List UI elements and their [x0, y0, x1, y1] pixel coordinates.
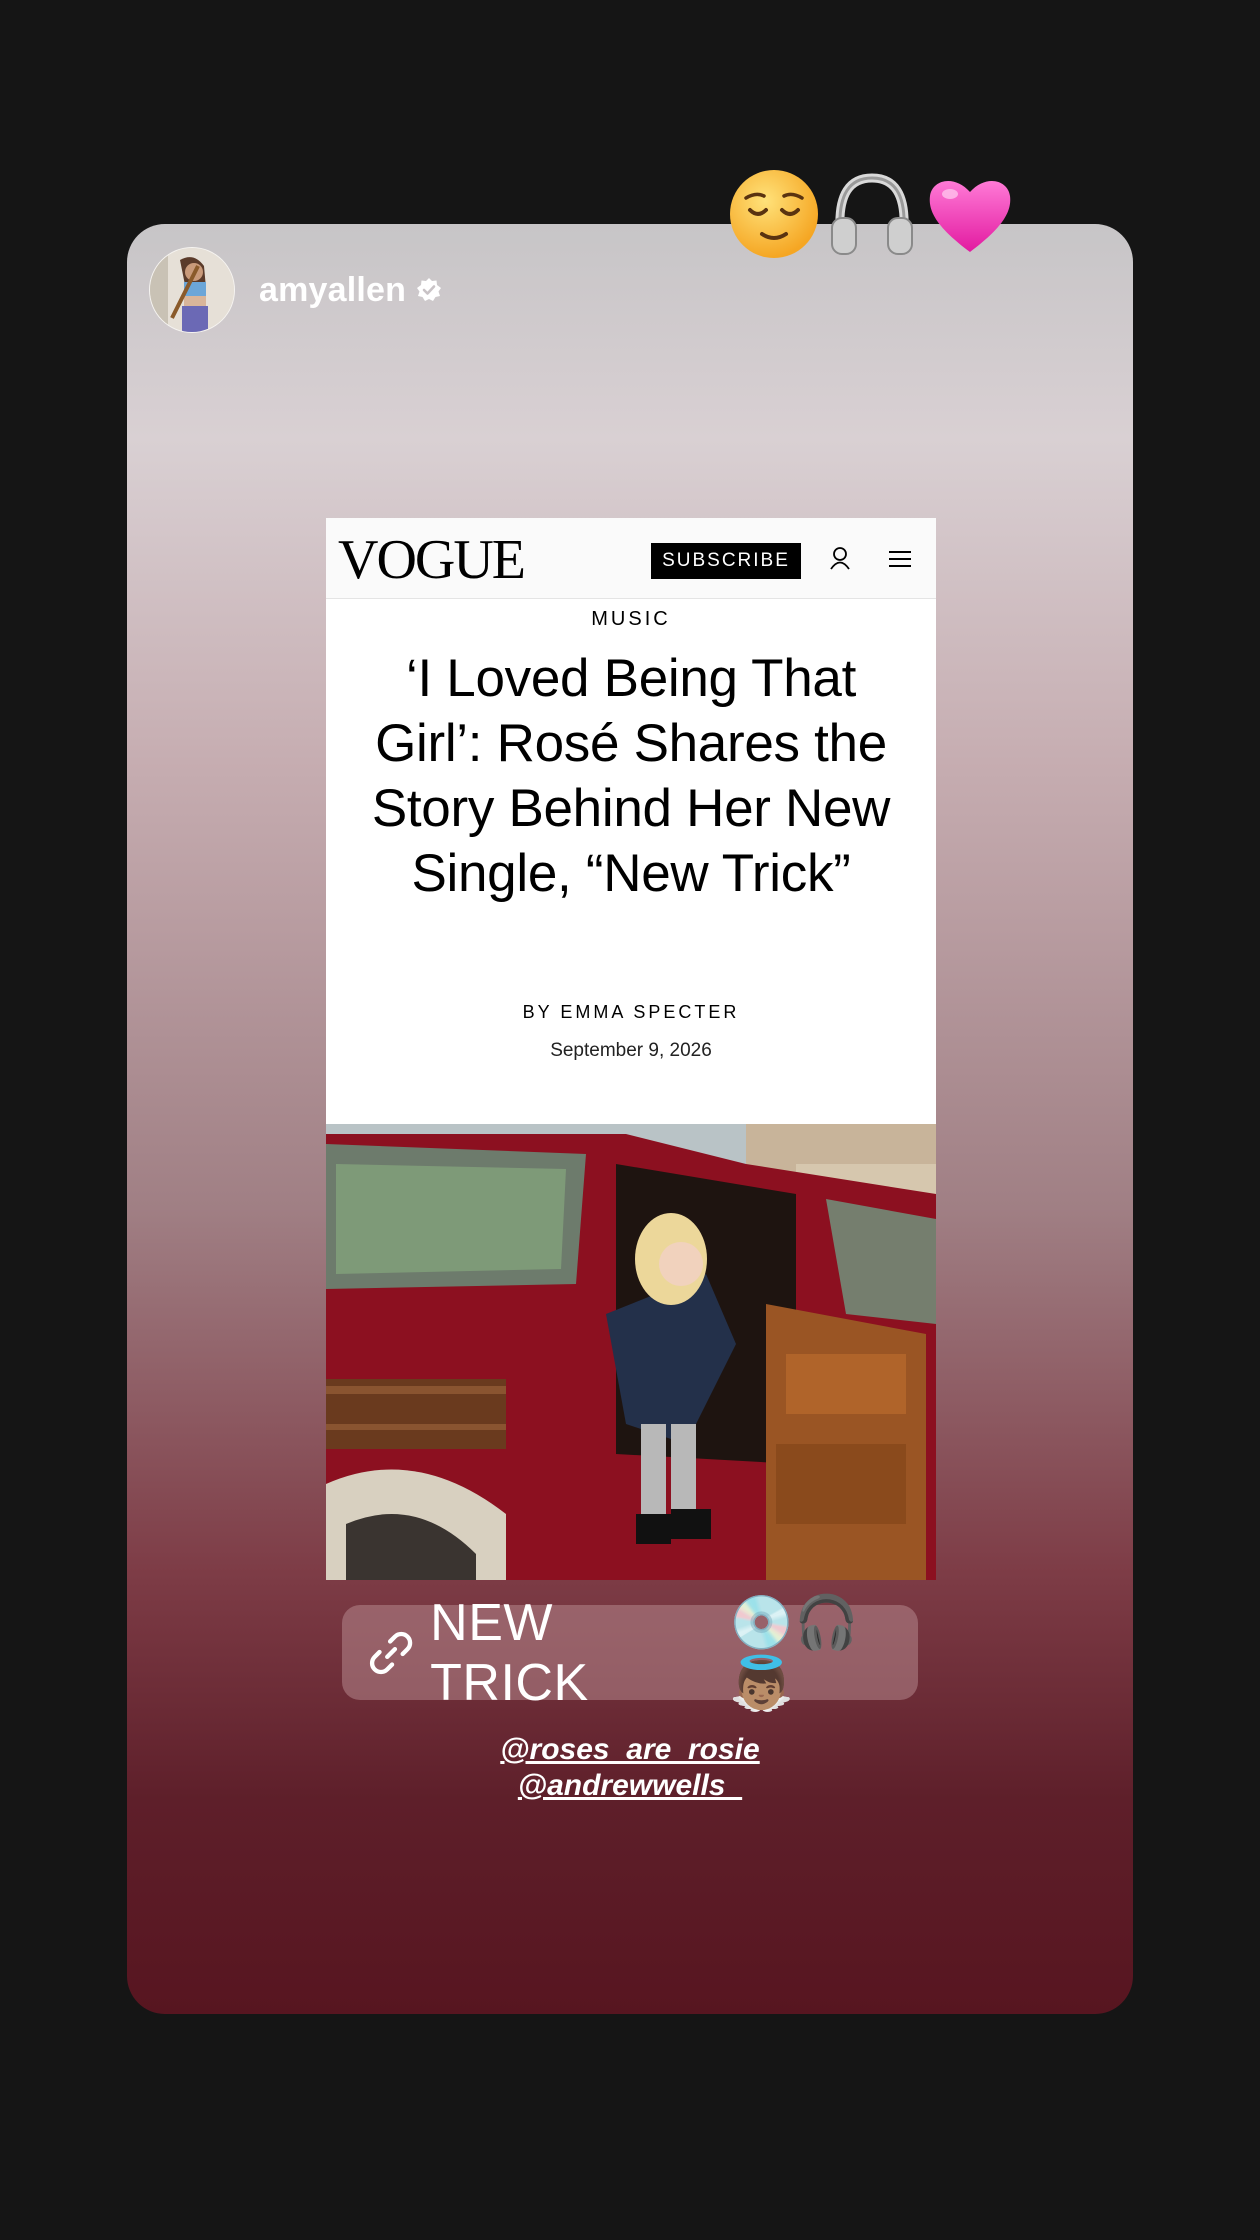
article-byline: BY EMMA SPECTER	[522, 1002, 740, 1022]
article-section: MUSIC	[591, 608, 671, 630]
avatar[interactable]	[149, 247, 235, 333]
article-date: September 9, 2026	[550, 1040, 712, 1061]
link-sticker-label: NEW TRICK	[430, 1593, 589, 1712]
shared-article-card[interactable]: VOGUE SUBSCRIBE MUSIC ‘I Loved Being Tha…	[326, 518, 936, 1580]
mention-andrewwells[interactable]: @andrewwells_	[127, 1768, 1133, 1804]
article-photo	[326, 1124, 936, 1580]
user-icon[interactable]	[829, 546, 851, 570]
link-icon	[369, 1631, 413, 1674]
username[interactable]: amyallen	[259, 271, 406, 310]
relieved-face-emoji	[728, 168, 820, 265]
link-sticker-emojis: 💿🎧👼🏽	[729, 1593, 860, 1713]
article-headline: ‘I Loved Being That Girl’: Rosé Shares t…	[371, 649, 891, 903]
subscribe-button[interactable]: SUBSCRIBE	[651, 543, 801, 579]
emoji-sticker[interactable]	[728, 168, 1016, 265]
vogue-logo: VOGUE	[338, 529, 526, 591]
link-sticker[interactable]: NEW TRICK 💿🎧👼🏽	[342, 1594, 918, 1713]
pink-heart-emoji	[924, 168, 1016, 265]
car-photo-illustration	[326, 1124, 936, 1580]
headphones-emoji	[826, 168, 918, 265]
mention-roses-are-rosie[interactable]: @roses_are_rosie	[127, 1732, 1133, 1768]
menu-icon[interactable]	[888, 550, 912, 568]
story-card[interactable]: amyallen VOGUE SUBSCRIBE MUSIC ‘I Loved …	[127, 224, 1133, 2014]
story-header: amyallen	[149, 247, 442, 333]
avatar-image	[150, 248, 234, 332]
vogue-nav-bar: VOGUE SUBSCRIBE	[326, 518, 936, 599]
headphones-icon	[831, 173, 913, 255]
verified-badge-icon	[417, 278, 442, 301]
mentions-block: @roses_are_rosie @andrewwells_	[127, 1732, 1133, 1804]
pink-heart-icon	[929, 180, 1011, 252]
relieved-face-icon	[730, 170, 818, 258]
